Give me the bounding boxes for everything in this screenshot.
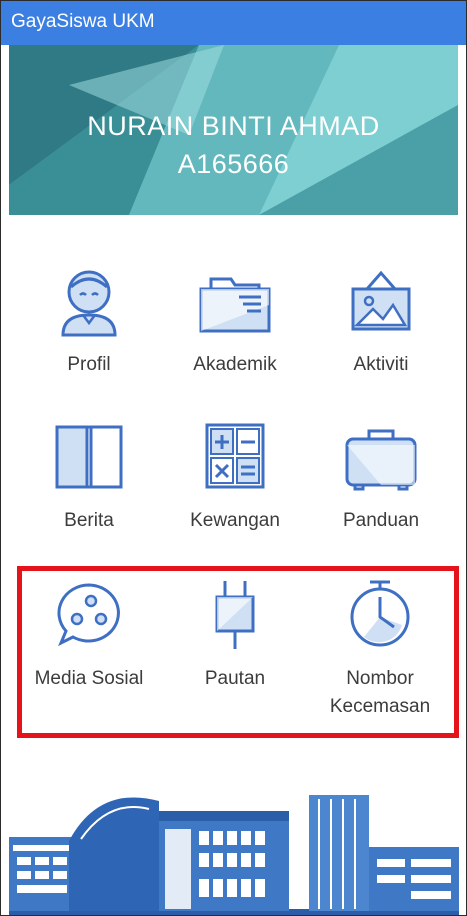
plug-icon (215, 581, 255, 649)
chat-bubble-icon (57, 583, 120, 647)
menu-tile-kewangan[interactable]: Kewangan (165, 421, 305, 535)
student-name: NURAIN BINTI AHMAD (87, 111, 380, 141)
student-id: A165666 (177, 149, 290, 179)
menu-label-media-sosial: Media Sosial (34, 668, 144, 689)
menu-tile-berita[interactable]: Berita (19, 421, 159, 535)
menu-tile-nombor-kecemasan[interactable]: Nombor Kecemasan (305, 579, 455, 721)
menu-label-panduan: Panduan (342, 510, 420, 531)
menu-label-pautan: Pautan (204, 668, 266, 689)
person-icon (61, 270, 117, 337)
menu-tile-profil[interactable]: Profil (19, 265, 159, 379)
alarm-clock-icon (350, 580, 410, 647)
menu-label-nombor-kecemasan: Nombor Kecemasan (329, 668, 431, 717)
menu-tile-pautan[interactable]: Pautan (165, 579, 305, 693)
menu-label-berita: Berita (64, 510, 114, 531)
menu-tile-akademik[interactable]: Akademik (165, 265, 305, 379)
menu-tile-media-sosial[interactable]: Media Sosial (19, 579, 159, 693)
suitcase-icon (345, 429, 417, 491)
app-bar: GayaSiswa UKM (1, 1, 466, 45)
picture-frame-icon (351, 270, 411, 331)
menu-tile-aktiviti[interactable]: Aktiviti (311, 265, 451, 379)
app-screen: GayaSiswa UKM NURAIN BINTI AHMAD A165666… (0, 0, 467, 916)
folder-icon (199, 277, 271, 333)
app-title: GayaSiswa UKM (11, 11, 155, 32)
calculator-icon (205, 423, 265, 489)
profile-banner: NURAIN BINTI AHMAD A165666 (9, 45, 458, 215)
menu-tile-panduan[interactable]: Panduan (311, 421, 451, 535)
menu-label-aktiviti: Aktiviti (353, 354, 409, 375)
menu-label-kewangan: Kewangan (190, 510, 280, 531)
campus-illustration (9, 795, 459, 915)
menu-label-akademik: Akademik (193, 354, 277, 375)
book-icon (55, 425, 123, 489)
menu-label-profil: Profil (67, 354, 111, 375)
